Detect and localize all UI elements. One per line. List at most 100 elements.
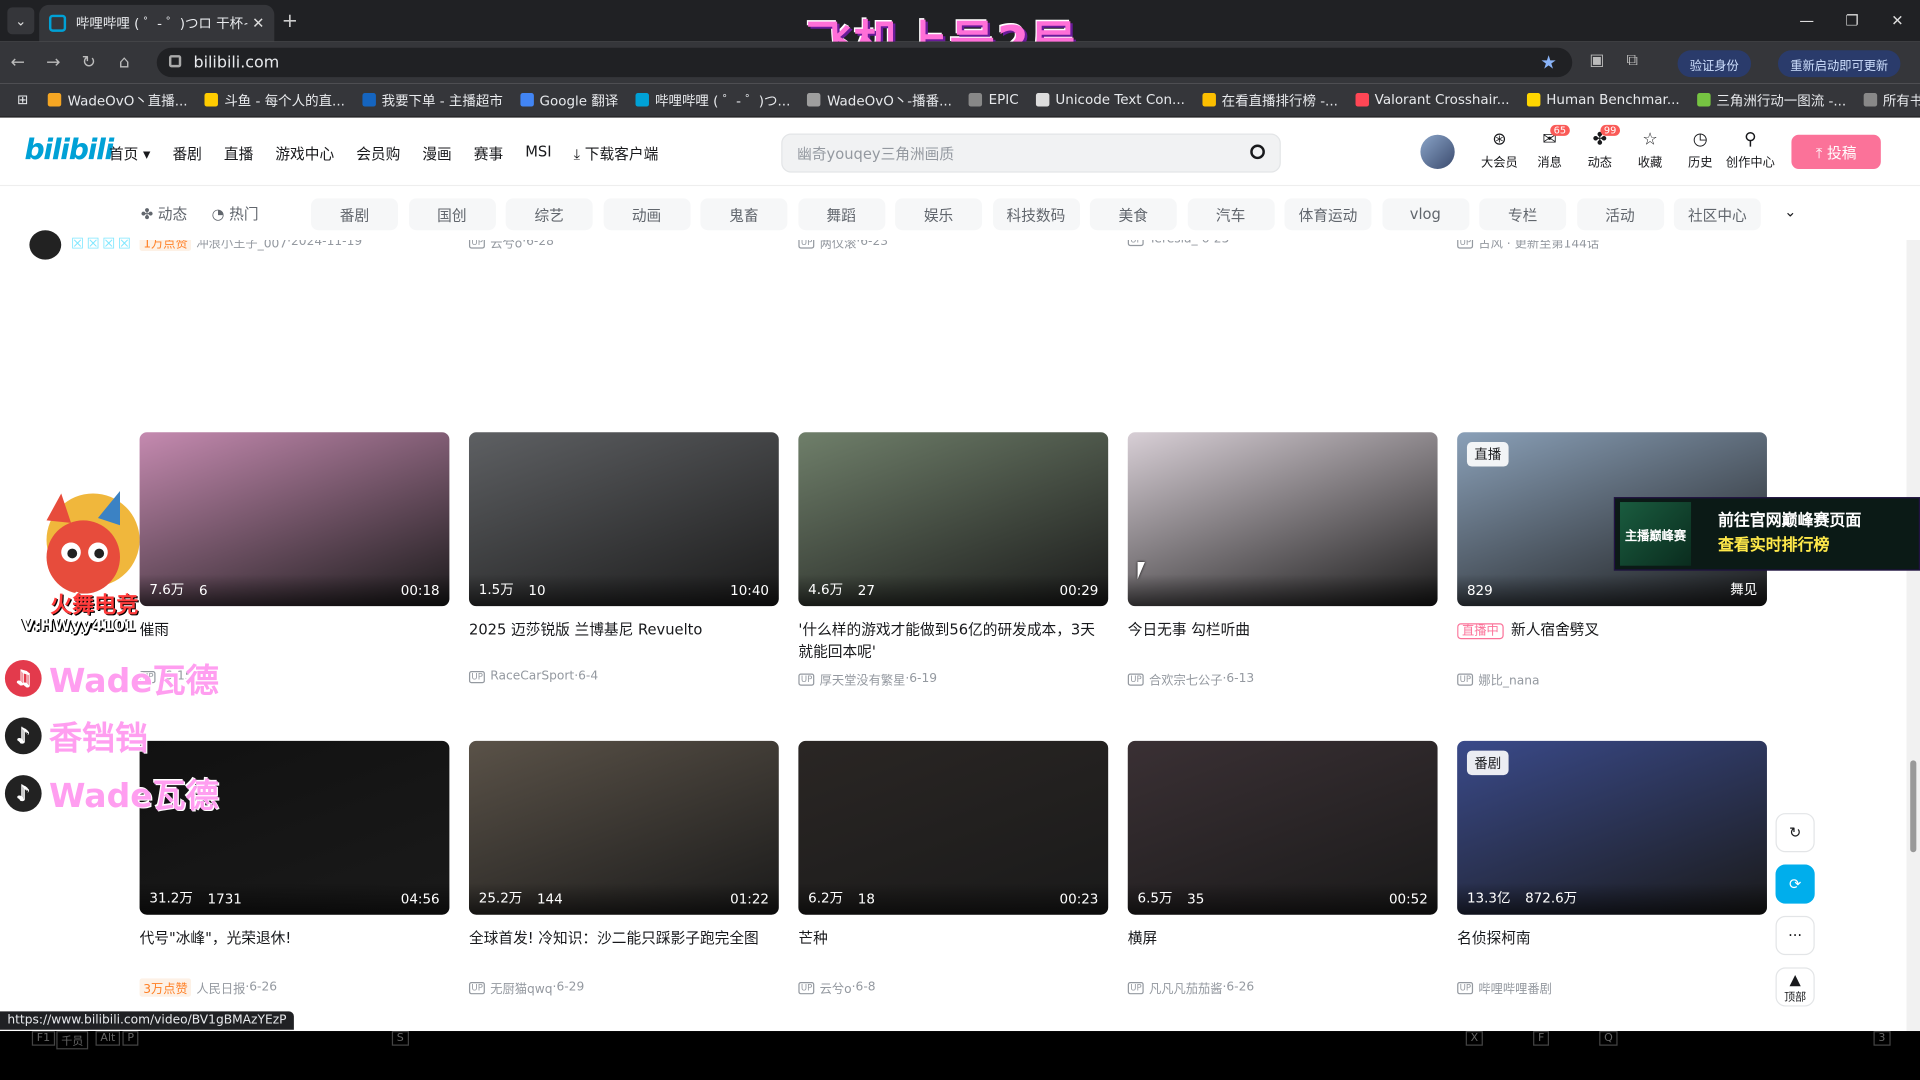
category-chip[interactable]: 科技数码: [992, 198, 1080, 231]
author-name[interactable]: 云兮o: [490, 240, 522, 251]
video-title[interactable]: 横屏: [1128, 927, 1438, 971]
header-icon-2[interactable]: ✤ 动态 99: [1575, 124, 1625, 170]
video-title[interactable]: 直播中 新人宿舍劈叉: [1457, 618, 1767, 662]
video-card[interactable]: 步天歌 | 哥哥是高高在上的仙人，妹妹让他低头看看何为凡人UP古风 · 更新至第…: [1457, 240, 1767, 251]
bookmark-item[interactable]: WadeOvO丶-播番...: [807, 90, 952, 110]
new-tab-button[interactable]: +: [282, 9, 298, 32]
author-name[interactable]: 两仪滚: [820, 240, 857, 251]
bookmark-item[interactable]: 我要下单 - 主播超市: [362, 90, 503, 110]
author-name[interactable]: 厚天堂没有繁星: [820, 670, 906, 688]
bookmark-item[interactable]: WadeOvO丶直播...: [48, 90, 188, 110]
category-chip[interactable]: 美食: [1089, 198, 1177, 231]
avatar[interactable]: [1420, 134, 1455, 169]
video-card[interactable]: 196.1万214戒掉洗发水后，我的头发厚到要打薄1万点赞冲浪小王子_007 ·…: [139, 240, 450, 252]
video-card[interactable]: 4.6万 27 00:29 '什么样的游戏才能做到56亿的研发成本，3天就能回本呢' U…: [798, 432, 1109, 688]
video-title[interactable]: 芒种: [798, 927, 1108, 971]
extension-icon[interactable]: ▣: [1589, 51, 1604, 69]
upload-button[interactable]: ⤒ 投稿: [1791, 134, 1881, 169]
back-icon[interactable]: ←: [0, 53, 36, 73]
sub-nav-item[interactable]: ◔ 热门: [212, 203, 259, 224]
video-card[interactable]: 番剧 13.3亿 872.6万 名侦探柯南 UP 哔哩哔哩番剧: [1457, 740, 1767, 997]
search-icon[interactable]: [1250, 144, 1265, 160]
header-icon-1[interactable]: ✉ 消息 65: [1525, 124, 1575, 170]
bookmark-item[interactable]: 三角洲行动一图流 -...: [1696, 90, 1846, 110]
scrollbar-thumb[interactable]: [1910, 760, 1917, 853]
video-thumbnail[interactable]: 4.6万 27 00:29: [798, 432, 1109, 607]
video-card[interactable]: 6.5万 35 00:52 横屏 UP 凡凡凡茄茄酱 · 6-26: [1127, 740, 1438, 997]
author-name[interactable]: 娜比_nana: [1478, 670, 1539, 688]
category-chip[interactable]: 汽车: [1187, 198, 1275, 231]
category-chip[interactable]: 国创: [408, 198, 496, 231]
tab-search-button[interactable]: ⌄: [7, 7, 35, 35]
video-thumbnail[interactable]: 6.5万 35 00:52: [1127, 740, 1438, 915]
video-title[interactable]: 今日无事 勾栏听曲: [1128, 618, 1438, 662]
nav-item[interactable]: MSI: [525, 143, 551, 164]
bookmark-item[interactable]: 斗鱼 - 每个人的直...: [204, 90, 345, 110]
video-card[interactable]: 今日无事 勾栏听曲 UP 合欢宗七公子 · 6-13: [1127, 432, 1438, 688]
category-chip[interactable]: 综艺: [505, 198, 593, 231]
sub-nav-item[interactable]: ✤ 动态: [141, 203, 187, 224]
video-card[interactable]: 9585600:21How LongUP云兮o · 6-28: [468, 240, 779, 251]
video-thumbnail[interactable]: [1127, 432, 1438, 607]
close-tab-icon[interactable]: ✕: [252, 15, 264, 32]
author-name[interactable]: 古风 · 更新至第144话: [1478, 240, 1599, 251]
bookmark-item[interactable]: 哔哩哔哩 ( ゜- ゜)つ...: [635, 90, 790, 110]
chevron-down-icon[interactable]: ⌄: [1784, 203, 1796, 220]
bookmark-star-icon[interactable]: ★: [1540, 51, 1556, 73]
author-name[interactable]: 无厨猫qwq: [490, 978, 552, 996]
video-thumbnail[interactable]: 25.2万 144 01:22: [468, 740, 779, 915]
forward-icon[interactable]: →: [36, 53, 72, 73]
category-chip[interactable]: 活动: [1576, 198, 1664, 231]
address-bar[interactable]: bilibili.com: [156, 47, 1573, 78]
category-chip[interactable]: 专栏: [1479, 198, 1567, 231]
author-name[interactable]: 合欢宗七公子: [1149, 670, 1222, 688]
author-name[interactable]: 人民日报: [196, 978, 245, 996]
scrollbar[interactable]: [1906, 240, 1920, 1032]
video-card[interactable]: 7.6万 6 00:18 催雨 UP · 6-15: [139, 432, 450, 683]
promo-banner[interactable]: 主播巅峰赛 前往官网巅峰赛页面 查看实时排行榜: [1613, 497, 1920, 571]
header-icon-3[interactable]: ☆ 收藏: [1625, 130, 1675, 170]
video-title[interactable]: '什么样的游戏才能做到56亿的研发成本，3天就能回本呢': [798, 618, 1108, 662]
refresh-feed-icon[interactable]: ↻: [1775, 813, 1815, 853]
video-thumbnail[interactable]: 6.2万 18 00:23: [798, 740, 1109, 915]
video-card[interactable]: 25.2万 144 01:22 全球首发! 冷知识：沙二能只踩影子跑完全图 UP 无厨猫q…: [468, 740, 779, 997]
category-chip[interactable]: vlog: [1381, 198, 1469, 231]
nav-item[interactable]: 番剧: [172, 143, 201, 164]
back-to-top-button[interactable]: ▲ 顶部: [1775, 967, 1815, 1007]
author-name[interactable]: 云兮o: [820, 978, 852, 996]
nav-item[interactable]: 赛事: [474, 143, 503, 164]
category-chip[interactable]: 动画: [603, 198, 691, 231]
nav-item[interactable]: 漫画: [422, 143, 451, 164]
category-chip[interactable]: 番剧: [311, 198, 398, 231]
more-icon[interactable]: ···: [1775, 915, 1815, 956]
nav-item[interactable]: 直播: [224, 143, 253, 164]
close-window-icon[interactable]: ✕: [1875, 12, 1920, 29]
video-thumbnail[interactable]: 31.2万 1731 04:56: [139, 740, 450, 915]
reload-icon[interactable]: ↻: [71, 53, 107, 73]
category-chip[interactable]: 体育运动: [1284, 198, 1372, 231]
author-name[interactable]: 哔哩哔哩番剧: [1478, 978, 1551, 996]
bookmark-item[interactable]: Valorant Crosshair...: [1355, 92, 1510, 108]
header-icon-4[interactable]: ◷ 历史: [1675, 130, 1725, 170]
author-name[interactable]: 凡凡凡茄茄酱: [1149, 978, 1222, 996]
video-title[interactable]: 2025 迈莎锐版 兰博基尼 Revuelto: [469, 618, 779, 662]
category-chip[interactable]: 娱乐: [895, 198, 983, 231]
search-input[interactable]: 幽奇youqey三角洲画质: [781, 133, 1281, 173]
author-name[interactable]: RaceCarSport: [490, 670, 574, 683]
apps-icon[interactable]: ⊞: [17, 92, 28, 108]
header-icon-5[interactable]: ⚲ 创作中心: [1725, 130, 1775, 170]
video-card[interactable]: 2.6万4107:33巴别塔一个李连杰 我没开玩笑UP两仪滚 · 6-23: [798, 240, 1108, 251]
author-name[interactable]: 冲浪小王子_007: [196, 240, 287, 251]
nav-item[interactable]: 首页 ▾: [109, 143, 150, 164]
author-name[interactable]: Teresia_: [1149, 240, 1198, 246]
video-card[interactable]: 10.6万1402:08你说年少夺冠的代价是什么 往后一辈子都要追逐十七岁的自己…: [1127, 240, 1438, 246]
bookmark-item[interactable]: Human Benchmar...: [1526, 92, 1680, 108]
browser-tab[interactable]: 哔哩哔哩 ( ゜- ゜)つロ 干杯~-bili... ✕: [39, 4, 275, 42]
restore-icon[interactable]: ❐: [1829, 12, 1874, 29]
bilibili-logo[interactable]: bilibili: [24, 135, 114, 167]
puzzle-icon[interactable]: ⧉: [1626, 51, 1637, 69]
video-card[interactable]: 6.2万 18 00:23 芒种 UP 云兮o · 6-8: [798, 740, 1109, 997]
bookmark-item[interactable]: 所有书签: [1863, 90, 1920, 110]
category-chip[interactable]: 社区中心: [1673, 198, 1761, 231]
nav-item[interactable]: 游戏中心: [275, 143, 334, 164]
